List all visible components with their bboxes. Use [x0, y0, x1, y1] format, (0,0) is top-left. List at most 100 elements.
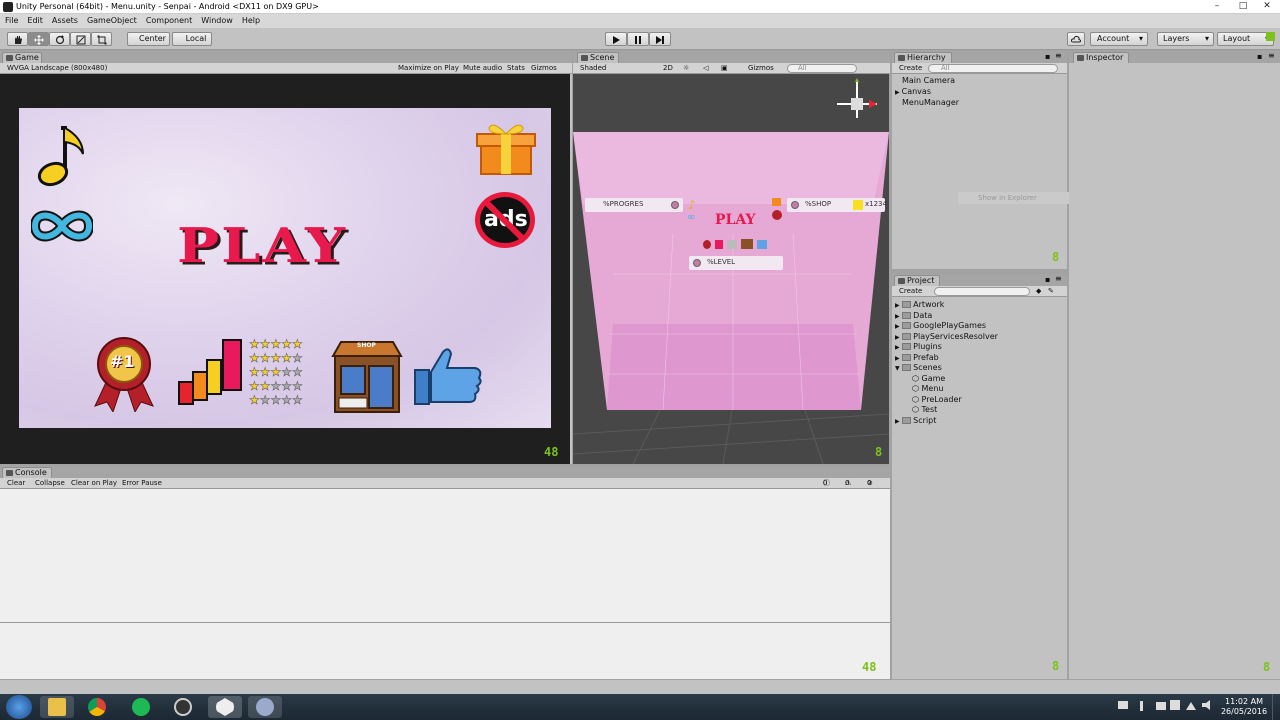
hierarchy-item-main-camera[interactable]: Main Camera [902, 76, 955, 85]
taskbar-unity[interactable] [208, 696, 242, 718]
console-collapse-toggle[interactable]: Collapse [35, 478, 65, 488]
project-search-input[interactable] [934, 287, 1030, 296]
maximize-button[interactable]: □ [1230, 1, 1256, 12]
play-title-button[interactable]: PLAY [177, 220, 397, 272]
resolution-dropdown[interactable]: WVGA Landscape (800x480) [7, 63, 107, 73]
game-gizmos-dropdown[interactable]: Gizmos [531, 63, 557, 73]
scene-level-panel[interactable]: %LEVEL [689, 256, 783, 270]
menu-file[interactable]: File [5, 14, 18, 28]
tab-console[interactable]: Console [2, 467, 52, 478]
hierarchy-search-input[interactable]: All [928, 64, 1058, 73]
play-button[interactable] [605, 32, 627, 46]
panel-menu-icon[interactable]: ≡ [1055, 51, 1062, 60]
mode-2d-toggle[interactable]: 2D [663, 63, 673, 73]
hierarchy-create-dropdown[interactable]: Create [899, 63, 922, 73]
move-tool-button[interactable] [28, 32, 49, 46]
tab-game[interactable]: Game [2, 52, 42, 63]
cloud-button[interactable] [1067, 32, 1085, 46]
filter-type-icon[interactable]: ◆ [1036, 286, 1041, 296]
account-dropdown[interactable]: Account ▾ [1090, 32, 1148, 46]
tray-network-icon[interactable] [1186, 700, 1196, 710]
no-ads-button[interactable]: ads [475, 192, 535, 248]
step-button[interactable] [649, 32, 671, 46]
scene-gizmos-dropdown[interactable]: Gizmos [748, 63, 774, 73]
scene-shop-panel[interactable]: %SHOP x1234 [787, 198, 887, 212]
project-folder-artwork[interactable]: ▶ Artwork [895, 300, 944, 309]
project-folder-script[interactable]: ▶ Script [895, 416, 936, 425]
console-clear-on-play-toggle[interactable]: Clear on Play [71, 478, 117, 488]
pause-button[interactable] [627, 32, 649, 46]
scene-progress-panel[interactable]: %PROGRES [585, 198, 683, 212]
project-folder-data[interactable]: ▶ Data [895, 311, 932, 320]
scale-tool-button[interactable] [70, 32, 91, 46]
lighting-toggle-icon[interactable]: ☼ [683, 63, 689, 73]
stats-toggle[interactable]: Stats [507, 63, 525, 73]
show-desktop-button[interactable] [1272, 694, 1280, 720]
taskbar-app[interactable] [248, 696, 282, 718]
project-scene-preloader[interactable]: ⬡ PreLoader [912, 395, 962, 404]
project-folder-googleplaygames[interactable]: ▶ GooglePlayGames [895, 321, 986, 330]
rect-tool-button[interactable] [91, 32, 112, 46]
panel-menu-icon[interactable]: ≡ [1268, 51, 1275, 60]
start-button[interactable] [6, 695, 32, 719]
hierarchy-item-canvas[interactable]: ▶ Canvas [895, 87, 931, 96]
tray-battery-icon[interactable] [1156, 702, 1166, 710]
tab-scene[interactable]: Scene [577, 52, 619, 63]
layers-dropdown[interactable]: Layers ▾ [1157, 32, 1214, 46]
project-folder-prefab[interactable]: ▶ Prefab [895, 353, 939, 362]
lock-icon[interactable]: ▪ [1045, 275, 1050, 284]
expand-arrow-icon[interactable]: ▶ [895, 89, 900, 96]
scene-orientation-gizmo[interactable] [835, 78, 883, 128]
panel-menu-icon[interactable]: ≡ [1055, 274, 1062, 283]
console-detail-area[interactable]: 48 [0, 622, 890, 679]
console-log-area[interactable] [0, 489, 890, 622]
tab-project[interactable]: Project [894, 275, 940, 286]
rating-stars-icon[interactable]: ★★★★★ ★★★★★ ★★★★★ ★★★★★ ★★★★★ [247, 336, 323, 408]
menu-assets[interactable]: Assets [52, 14, 78, 28]
menu-gameobject[interactable]: GameObject [87, 14, 137, 28]
project-create-dropdown[interactable]: Create [899, 286, 922, 296]
project-folder-scenes[interactable]: ▼ Scenes [895, 363, 942, 372]
tab-inspector[interactable]: Inspector [1073, 52, 1129, 63]
menu-edit[interactable]: Edit [27, 14, 43, 28]
lock-icon[interactable]: ▪ [1045, 52, 1050, 61]
maximize-on-play-toggle[interactable]: Maximize on Play [398, 63, 459, 73]
project-scene-menu[interactable]: ⬡ Menu [912, 384, 944, 393]
scene-menu-buttons[interactable]: ♪ ∞ PLAY [687, 194, 787, 242]
pivot-local-button[interactable]: Local [172, 32, 212, 46]
console-error-pause-toggle[interactable]: Error Pause [122, 478, 162, 488]
music-note-icon[interactable] [33, 124, 93, 190]
project-scene-game[interactable]: ⬡ Game [912, 374, 945, 383]
console-clear-button[interactable]: Clear [7, 478, 25, 488]
hand-tool-button[interactable] [7, 32, 28, 46]
infinity-icon[interactable] [31, 204, 93, 248]
taskbar-explorer[interactable] [40, 696, 74, 718]
progress-chart-icon[interactable] [175, 334, 247, 406]
menu-window[interactable]: Window [201, 14, 233, 28]
shop-button[interactable]: SHOP [329, 338, 405, 414]
project-scene-test[interactable]: ⬡ Test [912, 405, 937, 414]
project-folder-playservicesresolver[interactable]: ▶ PlayServicesResolver [895, 332, 998, 341]
mute-audio-toggle[interactable]: Mute audio [463, 63, 502, 73]
tab-hierarchy[interactable]: Hierarchy [894, 52, 952, 63]
menu-help[interactable]: Help [242, 14, 260, 28]
shading-dropdown[interactable]: Shaded [580, 63, 606, 73]
pivot-center-button[interactable]: Center [127, 32, 170, 46]
tray-volume-icon[interactable] [1202, 700, 1210, 710]
effects-toggle-icon[interactable]: ▣ [721, 63, 728, 73]
tray-flag-icon[interactable] [1140, 701, 1148, 711]
taskbar-clock[interactable]: 11:02 AM 26/05/2016 [1220, 697, 1268, 717]
taskbar-chrome[interactable] [80, 696, 114, 718]
project-folder-plugins[interactable]: ▶ Plugins [895, 342, 942, 351]
rotate-tool-button[interactable] [49, 32, 70, 46]
filter-label-icon[interactable]: ✎ [1048, 286, 1054, 296]
game-screen[interactable]: PLAY ads #1 ★★ [19, 108, 551, 428]
taskbar-obs[interactable] [166, 696, 200, 718]
audio-toggle-icon[interactable]: ◁ [703, 63, 708, 73]
scene-view[interactable]: %PROGRES ♪ ∞ PLAY %SHOP x1234 %LEVEL 8 [573, 74, 889, 464]
scene-search-input[interactable]: All [787, 64, 857, 73]
taskbar-spotify[interactable] [124, 696, 158, 718]
tray-notification-icon[interactable] [1118, 701, 1128, 709]
tray-windows-icon[interactable] [1170, 700, 1180, 710]
lock-icon[interactable]: ▪ [1257, 52, 1262, 61]
